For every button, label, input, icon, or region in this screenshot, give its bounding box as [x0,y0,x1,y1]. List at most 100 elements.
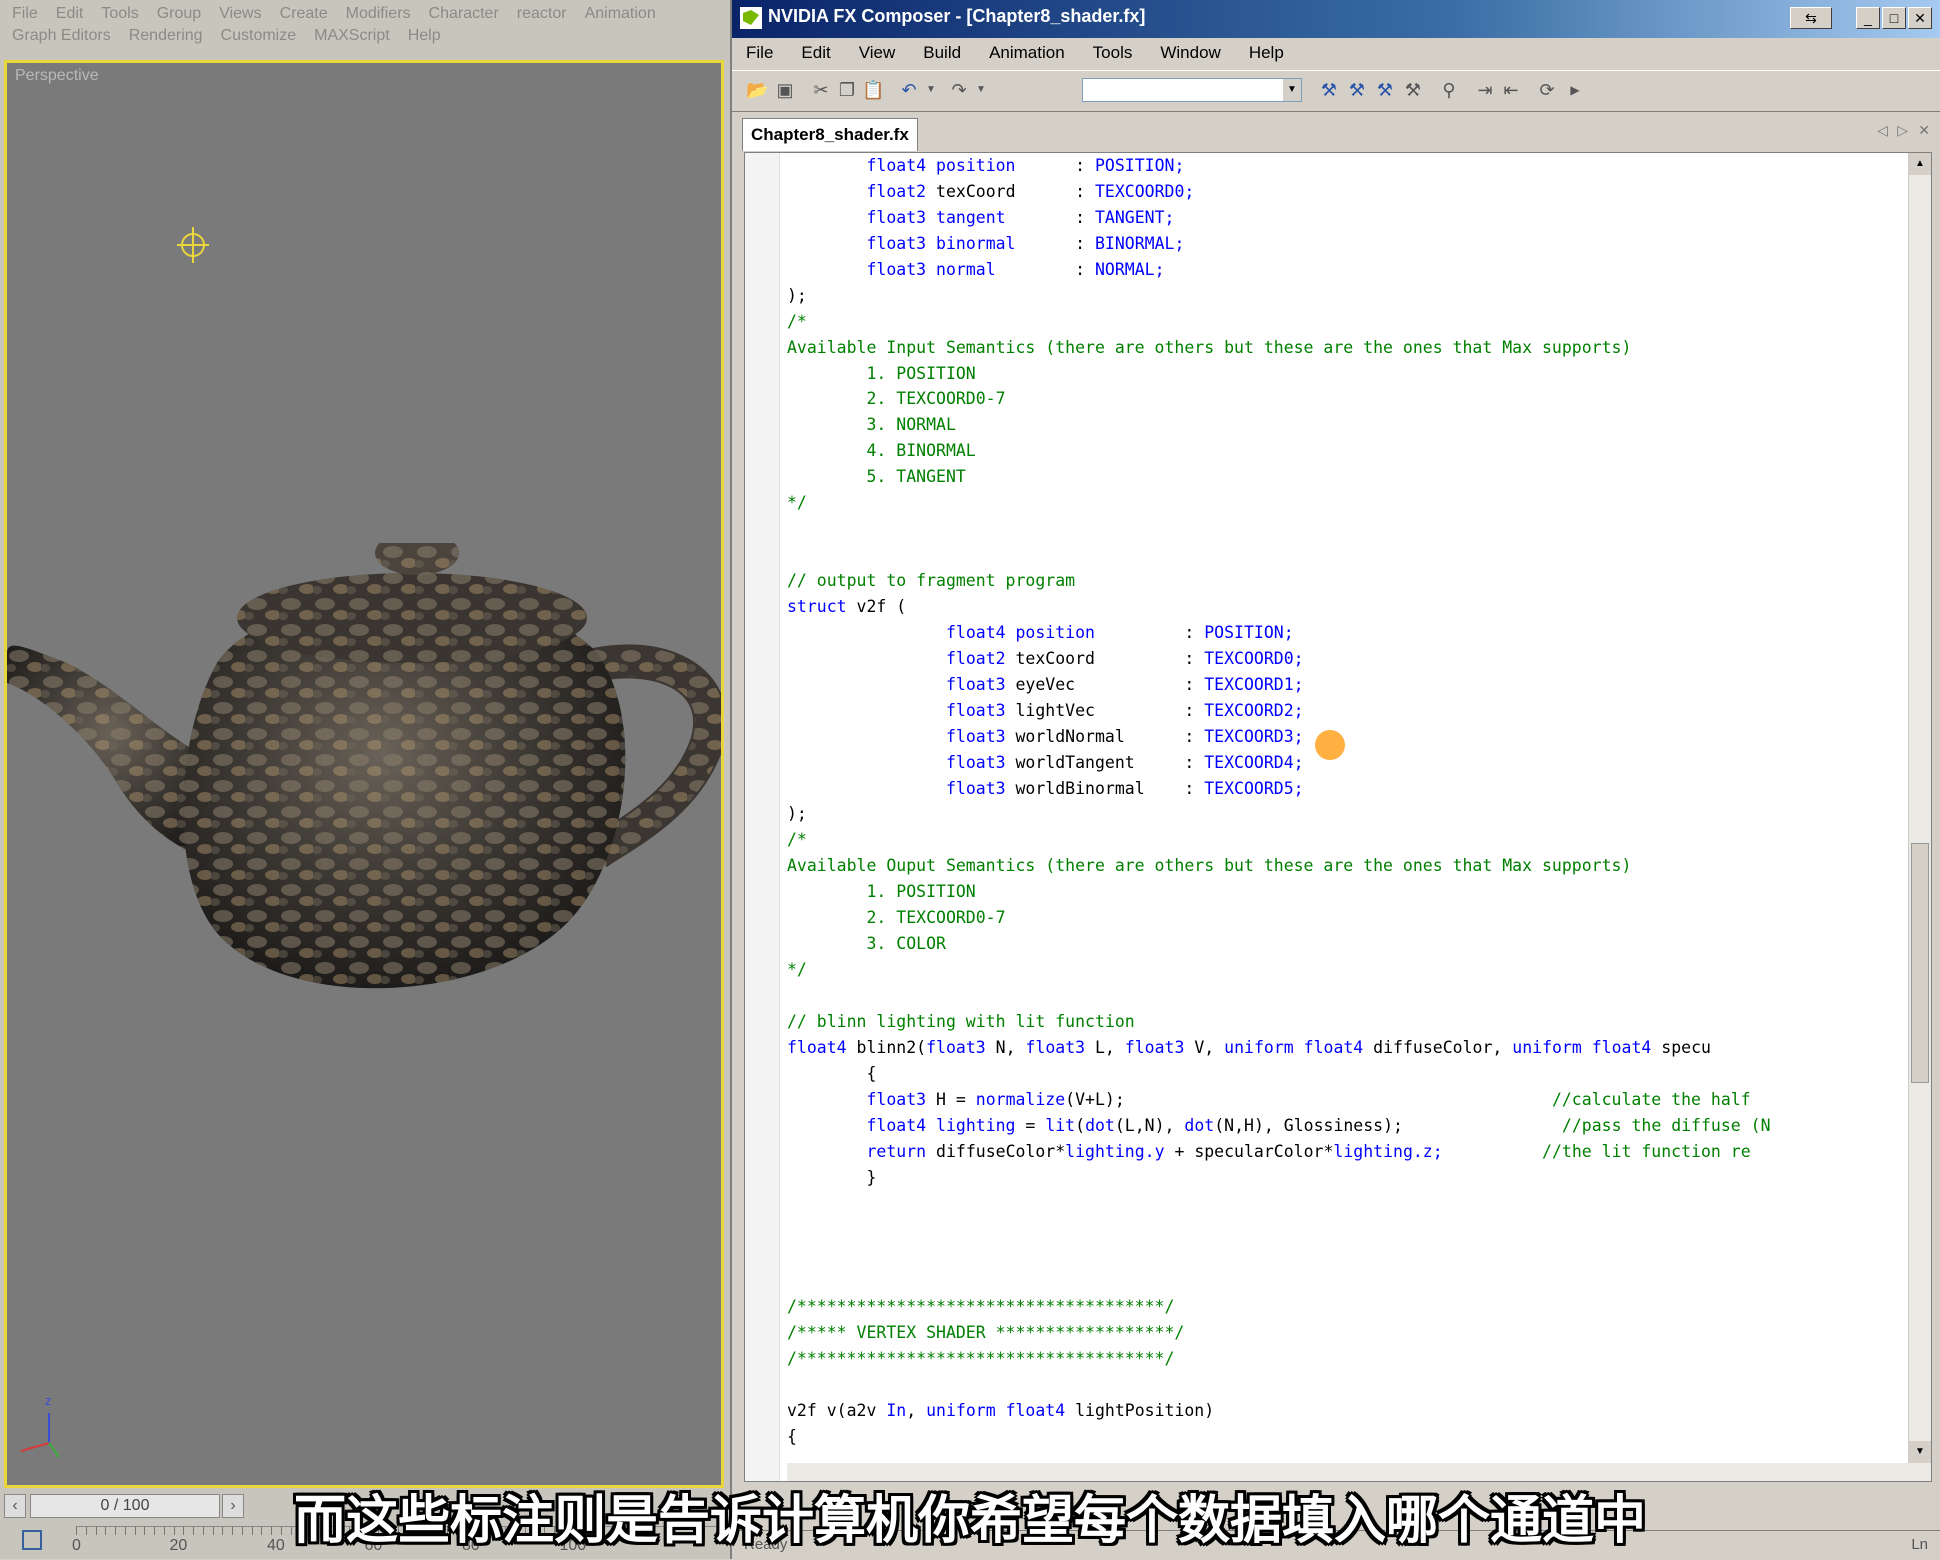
code-line[interactable]: 2. TEXCOORD0-7 [787,386,1897,412]
menu-view[interactable]: View [859,43,896,63]
menu-help[interactable]: Help [1249,43,1284,63]
code-line[interactable]: float3 normal : NORMAL; [787,257,1897,283]
scroll-thumb[interactable] [1911,843,1929,1083]
menu-animation[interactable]: Animation [989,43,1065,63]
code-line[interactable]: 3. NORMAL [787,412,1897,438]
code-line[interactable]: 4. BINORMAL [787,438,1897,464]
max-menu-graph-editors[interactable]: Graph Editors [12,27,111,45]
code-line[interactable]: /* [787,827,1897,853]
code-line[interactable] [787,983,1897,1009]
restore-pane-icon[interactable]: ⇆ [1790,7,1832,29]
code-line[interactable]: } [787,1165,1897,1191]
max-menu-create[interactable]: Create [280,5,328,23]
code-line[interactable] [787,1372,1897,1398]
max-menu-animation[interactable]: Animation [585,5,656,23]
max-menu-customize[interactable]: Customize [221,27,297,45]
code-line[interactable]: float4 blinn2(float3 N, float3 L, float3… [787,1035,1897,1061]
code-line[interactable]: float4 position : POSITION; [787,620,1897,646]
toolbar-more-icon[interactable]: ▶ [1564,79,1586,101]
outdent-icon[interactable]: ⇤ [1500,79,1522,101]
build-run-icon[interactable]: ⚒ [1374,79,1396,101]
light-gizmo-icon[interactable] [175,225,211,265]
code-line[interactable]: { [787,1061,1897,1087]
indent-icon[interactable]: ⇥ [1474,79,1496,101]
undo-dropdown-icon[interactable]: ▼ [920,79,942,101]
code-line[interactable] [787,1216,1897,1242]
menu-file[interactable]: File [746,43,773,63]
code-line[interactable]: /*************************************/ [787,1346,1897,1372]
scroll-up-icon[interactable]: ▲ [1909,153,1931,175]
menu-build[interactable]: Build [923,43,961,63]
menu-tools[interactable]: Tools [1093,43,1133,63]
code-line[interactable]: /*************************************/ [787,1294,1897,1320]
code-line[interactable] [787,542,1897,568]
close-button[interactable]: ✕ [1908,7,1932,29]
max-menu-edit[interactable]: Edit [56,5,84,23]
code-line[interactable]: // blinn lighting with lit function [787,1009,1897,1035]
max-menu-tools[interactable]: Tools [101,5,138,23]
max-menu-character[interactable]: Character [429,5,499,23]
code-line[interactable]: float3 lightVec : TEXCOORD2; [787,698,1897,724]
maximize-button[interactable]: □ [1882,7,1906,29]
code-line[interactable]: 2. TEXCOORD0-7 [787,905,1897,931]
teapot-model[interactable] [7,543,724,1063]
code-editor[interactable]: float4 position : POSITION; float2 texCo… [744,152,1932,1482]
code-line[interactable]: /***** VERTEX SHADER ******************/ [787,1320,1897,1346]
max-menu-maxscript[interactable]: MAXScript [314,27,390,45]
redo-dropdown-icon[interactable]: ▼ [970,79,992,101]
title-bar[interactable]: NVIDIA FX Composer - [Chapter8_shader.fx… [732,0,1940,38]
redo-icon[interactable]: ↷ [948,79,970,101]
stop-build-icon[interactable]: ⚒ [1402,79,1424,101]
code-line[interactable]: struct v2f ( [787,594,1897,620]
code-line[interactable]: Available Ouput Semantics (there are oth… [787,853,1897,879]
max-menu-group[interactable]: Group [157,5,201,23]
code-line[interactable]: 3. COLOR [787,931,1897,957]
max-menu-help[interactable]: Help [408,27,441,45]
save-icon[interactable]: ▣ [774,79,796,101]
code-line[interactable]: 1. POSITION [787,361,1897,387]
code-line[interactable]: { [787,1424,1897,1450]
code-line[interactable]: */ [787,490,1897,516]
cut-icon[interactable]: ✂ [810,79,832,101]
code-line[interactable] [787,1268,1897,1294]
menu-window[interactable]: Window [1160,43,1220,63]
code-line[interactable]: float3 H = normalize(V+L); //calculate t… [787,1087,1897,1113]
code-line[interactable]: 5. TANGENT [787,464,1897,490]
max-menu-modifiers[interactable]: Modifiers [346,5,411,23]
max-menu-reactor[interactable]: reactor [517,5,567,23]
perspective-viewport[interactable]: Perspective z [4,60,724,1488]
max-menu-views[interactable]: Views [219,5,261,23]
vertical-scrollbar[interactable]: ▲ ▼ [1908,153,1931,1481]
code-line[interactable]: float2 texCoord : TEXCOORD0; [787,179,1897,205]
open-file-icon[interactable]: 📂 [746,79,768,101]
chevron-down-icon[interactable]: ▼ [1283,79,1301,101]
tab-scroll-right-icon[interactable]: ▷ [1897,122,1908,139]
max-menu-file[interactable]: File [12,5,38,23]
code-line[interactable]: return diffuseColor*lighting.y + specula… [787,1139,1897,1165]
code-line[interactable]: float3 eyeVec : TEXCOORD1; [787,672,1897,698]
code-area[interactable]: float4 position : POSITION; float2 texCo… [787,153,1897,1481]
tab-chapter8-shader[interactable]: Chapter8_shader.fx [742,118,918,151]
code-line[interactable]: v2f v(a2v In, uniform float4 lightPositi… [787,1398,1897,1424]
code-line[interactable] [787,1191,1897,1217]
code-line[interactable]: Available Input Semantics (there are oth… [787,335,1897,361]
code-line[interactable]: /* [787,309,1897,335]
refresh-icon[interactable]: ⟳ [1536,79,1558,101]
code-line[interactable]: */ [787,957,1897,983]
build-icon[interactable]: ⚒ [1318,79,1340,101]
menu-edit[interactable]: Edit [801,43,830,63]
code-line[interactable]: ); [787,283,1897,309]
code-line[interactable]: float2 texCoord : TEXCOORD0; [787,646,1897,672]
undo-icon[interactable]: ↶ [898,79,920,101]
build-all-icon[interactable]: ⚒ [1346,79,1368,101]
code-line[interactable]: float3 binormal : BINORMAL; [787,231,1897,257]
code-line[interactable] [787,1242,1897,1268]
tab-close-icon[interactable]: ✕ [1918,122,1930,139]
paste-icon[interactable]: 📋 [862,79,884,101]
max-menu-rendering[interactable]: Rendering [129,27,203,45]
scroll-down-icon[interactable]: ▼ [1909,1441,1931,1463]
code-line[interactable]: ); [787,801,1897,827]
copy-icon[interactable]: ❐ [836,79,858,101]
code-line[interactable] [787,516,1897,542]
tab-scroll-left-icon[interactable]: ◁ [1877,122,1888,139]
